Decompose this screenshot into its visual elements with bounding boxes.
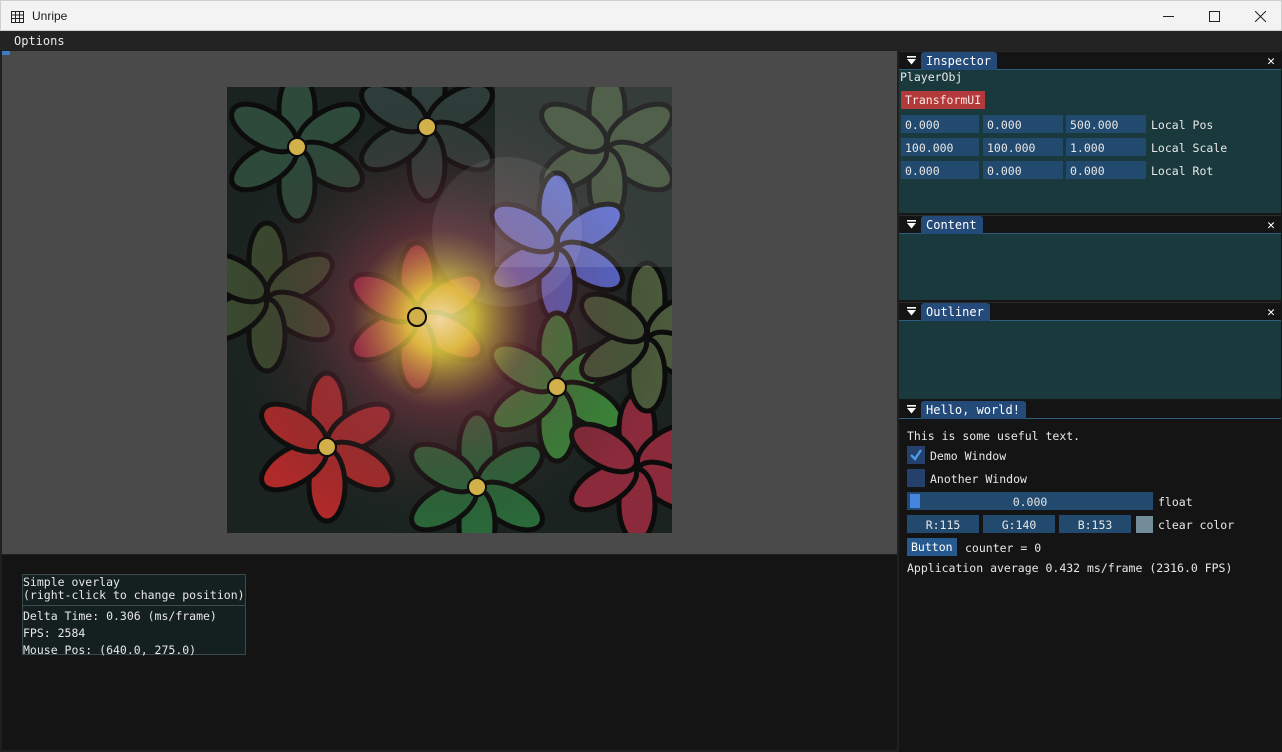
close-button[interactable]	[1237, 1, 1282, 31]
overlay-mouse-pos: Mouse Pos: (640.0, 275.0)	[23, 643, 197, 657]
title-bar: Unripe	[0, 0, 1282, 31]
tab-inspector[interactable]: Inspector	[921, 52, 998, 70]
hello-world-panel: Hello, world! This is some useful text. …	[899, 401, 1281, 752]
clear-color-swatch[interactable]	[1136, 516, 1153, 533]
local-scale-x[interactable]: 100.000	[901, 138, 979, 156]
counter-button[interactable]: Button	[907, 538, 957, 556]
local-rot-z[interactable]: 0.000	[1066, 161, 1146, 179]
clear-color-g[interactable]: G:140	[983, 515, 1055, 533]
app-average-text: Application average 0.432 ms/frame (2316…	[907, 561, 1233, 575]
close-content-icon[interactable]: ✕	[1267, 218, 1275, 233]
close-icon	[1254, 10, 1266, 22]
local-scale-z[interactable]: 1.000	[1066, 138, 1146, 156]
close-outliner-icon[interactable]: ✕	[1267, 305, 1275, 320]
useful-text: This is some useful text.	[907, 429, 1081, 443]
checkmark-icon	[910, 449, 922, 461]
counter-text: counter = 0	[965, 541, 1042, 555]
clear-color-label: clear color	[1158, 518, 1235, 532]
another-window-checkbox[interactable]	[907, 469, 925, 487]
overlay-delta-time: Delta Time: 0.306 (ms/frame)	[23, 609, 217, 623]
outliner-panel: Outliner ✕	[899, 302, 1281, 399]
collapse-arrow-icon[interactable]	[907, 405, 916, 414]
local-scale-label: Local Scale	[1151, 141, 1228, 155]
tab-content[interactable]: Content	[921, 216, 983, 234]
demo-window-label: Demo Window	[930, 449, 1007, 463]
float-slider[interactable]: 0.000	[907, 492, 1153, 510]
another-window-label: Another Window	[930, 472, 1027, 486]
collapse-arrow-icon[interactable]	[907, 220, 916, 229]
clear-color-r[interactable]: R:115	[907, 515, 979, 533]
local-pos-label: Local Pos	[1151, 118, 1214, 132]
minimize-button[interactable]	[1145, 1, 1191, 31]
overlay-fps: FPS: 2584	[23, 626, 86, 640]
tab-outliner[interactable]: Outliner	[921, 303, 990, 321]
scene-render	[227, 87, 672, 533]
overlay-hint: (right-click to change position)	[23, 588, 245, 602]
collapse-arrow-icon[interactable]	[907, 56, 916, 65]
window-title: Unripe	[32, 9, 68, 23]
local-rot-y[interactable]: 0.000	[983, 161, 1063, 179]
close-inspector-icon[interactable]: ✕	[1267, 54, 1275, 69]
collapse-arrow-icon[interactable]	[907, 307, 916, 316]
tab-hello-world[interactable]: Hello, world!	[921, 401, 1026, 419]
transform-ui-button[interactable]: TransformUI	[901, 91, 985, 109]
inspector-tab-bar: Inspector ✕	[899, 52, 1281, 70]
inspector-panel: Inspector ✕ PlayerObj TransformUI 0.000 …	[899, 51, 1281, 213]
object-name: PlayerObj	[900, 70, 963, 84]
scene-viewport[interactable]	[2, 51, 897, 554]
content-tab-bar: Content ✕	[899, 216, 1281, 234]
menu-bar: Options	[0, 31, 1282, 50]
float-label: float	[1158, 495, 1193, 509]
menu-options[interactable]: Options	[14, 34, 65, 48]
local-pos-z[interactable]: 500.000	[1066, 115, 1146, 133]
viewport-corner-marker	[2, 51, 10, 55]
local-rot-x[interactable]: 0.000	[901, 161, 979, 179]
local-rot-label: Local Rot	[1151, 164, 1214, 178]
flower-artwork	[227, 87, 672, 533]
hello-tab-bar: Hello, world!	[899, 401, 1281, 419]
clear-color-b[interactable]: B:153	[1059, 515, 1131, 533]
minimize-icon	[1162, 15, 1174, 17]
simple-overlay[interactable]: Simple overlay (right-click to change po…	[22, 574, 246, 657]
content-panel: Content ✕	[899, 215, 1281, 300]
maximize-icon	[1208, 10, 1220, 22]
float-slider-value: 0.000	[1012, 495, 1048, 509]
app-icon	[11, 11, 24, 23]
overlay-separator	[23, 605, 245, 606]
local-pos-y[interactable]: 0.000	[983, 115, 1063, 133]
maximize-button[interactable]	[1191, 1, 1237, 31]
outliner-tab-bar: Outliner ✕	[899, 303, 1281, 321]
overlay-title: Simple overlay	[23, 575, 120, 589]
right-dock: Inspector ✕ PlayerObj TransformUI 0.000 …	[899, 51, 1282, 752]
local-scale-y[interactable]: 100.000	[983, 138, 1063, 156]
demo-window-checkbox[interactable]	[907, 446, 925, 464]
local-pos-x[interactable]: 0.000	[901, 115, 979, 133]
